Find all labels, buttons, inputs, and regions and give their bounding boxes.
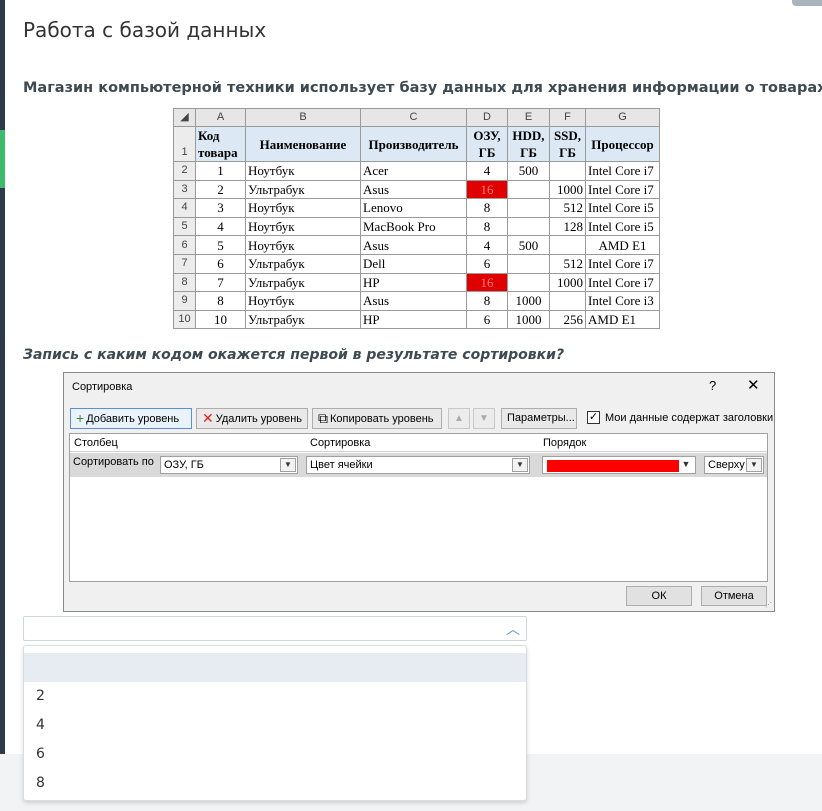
sort-levels-grid: Столбец Сортировка Порядок Сортировать п… [69,433,768,582]
col-header: F [549,108,586,127]
table-row: 3 2 Ультрабук Asus 16 1000 Intel Core i7 [173,179,660,200]
resize-grip-icon: ⋰ [765,602,772,609]
option-empty[interactable] [24,653,526,682]
sort-level-row: Сортировать по ОЗУ, ГБ ▼ Цвет ячейки ▼ ▼ С… [70,453,767,477]
table-row: 2 1 Ноутбук Acer 4 500 Intel Core i7 [173,161,660,181]
red-cell: 16 [466,272,508,293]
red-color-swatch [547,460,679,472]
chevron-up-icon: ︿ [506,622,520,638]
header-cpu: Процессор [585,126,660,162]
column-header: Столбец [74,437,118,449]
chevron-down-icon: ▼ [280,458,296,472]
column-select: ОЗУ, ГБ ▼ [160,456,298,474]
chevron-down-icon: ▼ [746,458,762,472]
header-ssd: SSD, ГБ [549,126,586,162]
sort-dialog-image: Сортировка ? ✕ + Добавить уровень ✕ Удалит… [63,372,775,612]
ok-button: ОК [626,586,692,606]
table-row: 10 10 Ультрабук HP 6 1000 256 AMD E1 [173,309,660,330]
col-header: A [195,108,246,127]
row-header: 1 [173,126,196,162]
sort-by-label: Сортировать по [73,456,154,468]
params-button: Параметры... [501,408,577,429]
sort-on-select: Цвет ячейки ▼ [306,456,530,474]
headers-checkbox-label: Мои данные содержат заголовки [605,412,774,424]
headers-checkbox: ✓ [587,411,600,424]
cancel-button: Отмена [701,586,767,606]
chevron-down-icon: ▼ [681,459,691,469]
table-row: 5 4 Ноутбук MacBook Pro 8 128 Intel Core… [173,216,660,237]
add-level-button: + Добавить уровень [70,408,192,429]
col-header: D [466,108,508,127]
header-maker: Производитель [360,126,467,162]
header-code: Код товара [195,126,246,162]
table-row: 7 6 Ультрабук Dell 6 512 Intel Core i7 [173,253,660,274]
col-header: E [507,108,550,127]
col-header: G [585,108,660,127]
answer-options-list: 2 4 6 8 [23,645,527,801]
left-rail-accent [0,130,5,188]
page-title: Работа с базой данных [23,18,267,42]
move-down-button: ▼ [473,408,495,429]
top-tab[interactable] [792,0,822,6]
delete-level-button: ✕ Удалить уровень [196,408,308,429]
question-text: Магазин компьютерной техники использует … [23,80,822,96]
answer-select[interactable]: ︿ [23,616,527,641]
copy-level-button: ⧉ Копировать уровень [312,408,442,429]
spreadsheet-image: ◢ A B C D E F G 1 Код товара Наименование… [173,108,660,330]
header-name: Наименование [245,126,361,162]
delete-icon: ✕ [202,410,214,426]
sheet-corner: ◢ [173,108,196,127]
left-rail [0,0,5,811]
header-ram: ОЗУ, ГБ [466,126,508,162]
grid-header: Столбец Сортировка Порядок [70,434,767,452]
option-2[interactable]: 2 [24,682,526,711]
close-icon: ✕ [747,377,760,394]
option-6[interactable]: 6 [24,740,526,769]
table-row: 9 8 Ноутбук Asus 8 1000 Intel Core i3 [173,291,660,311]
order-header: Порядок [543,437,587,449]
option-4[interactable]: 4 [24,711,526,740]
sort-header: Сортировка [310,437,371,449]
option-8[interactable]: 8 [24,769,526,798]
dialog-title: Сортировка [72,381,133,393]
chevron-down-icon: ▼ [512,458,528,472]
question-prompt: Запись с каким кодом окажется первой в р… [23,347,565,363]
red-cell: 16 [466,179,508,200]
header-hdd: HDD, ГБ [507,126,550,162]
copy-icon: ⧉ [318,410,328,426]
col-header: C [360,108,467,127]
table-row: 4 3 Ноутбук Lenovo 8 512 Intel Core i5 [173,198,660,218]
plus-icon: + [76,410,85,426]
order-color-select: ▼ [542,456,696,474]
position-select: Сверху ▼ [704,456,764,474]
col-header: B [245,108,361,127]
move-up-button: ▲ [448,408,470,429]
help-icon: ? [709,378,717,393]
table-row: 6 5 Ноутбук Asus 4 500 AMD E1 [173,235,660,255]
table-row: 8 7 Ультрабук HP 16 1000 Intel Core i7 [173,272,660,293]
